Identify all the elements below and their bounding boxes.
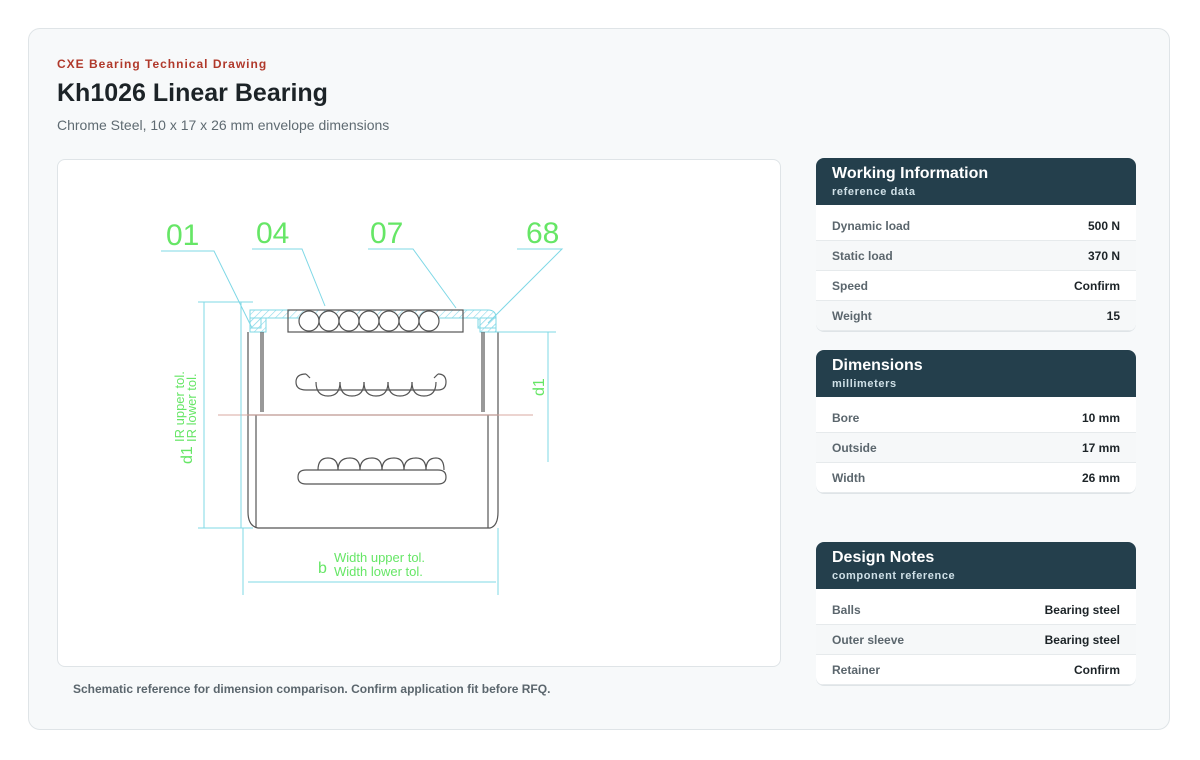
spec-value: 15 xyxy=(1106,308,1120,323)
spec-row: Dynamic load 500 N xyxy=(816,211,1136,241)
seal-right xyxy=(479,317,497,333)
panel-title: Working Information xyxy=(832,165,989,182)
panel-subtitle: component reference xyxy=(832,570,956,582)
dim-d1-right: d1 xyxy=(531,378,548,396)
spec-label: Width xyxy=(832,470,866,485)
design-notes-panel: Design Notes component reference Balls Be… xyxy=(816,542,1136,685)
tol-ir-lower: IR lower tol. xyxy=(184,373,199,442)
spec-label: Static load xyxy=(832,248,893,263)
eyebrow-label: CXE Bearing Technical Drawing xyxy=(57,57,268,71)
recirculation-track-lower xyxy=(297,457,447,485)
dimensions-panel: Dimensions millimeters Bore 10 mm Outside… xyxy=(816,350,1136,493)
spec-label: Outer sleeve xyxy=(832,632,905,647)
seal-left xyxy=(249,317,267,333)
spec-row: Bore 10 mm xyxy=(816,403,1136,433)
panel-subtitle: reference data xyxy=(832,186,916,198)
technical-drawing-panel: 01 04 07 68 d1 IR upper tol. IR lower to… xyxy=(57,159,781,667)
page-subtitle: Chrome Steel, 10 x 17 x 26 mm envelope d… xyxy=(57,117,390,133)
callout-01: 01 xyxy=(166,219,199,252)
spec-row: Outer sleeve Bearing steel xyxy=(816,625,1136,655)
panel-header: Dimensions millimeters xyxy=(816,350,1136,397)
callout-04: 04 xyxy=(256,217,289,250)
spec-label: Outside xyxy=(832,440,877,455)
dim-d1-left: d1 xyxy=(179,446,196,464)
spec-label: Bore xyxy=(832,410,860,425)
spec-row: Width 26 mm xyxy=(816,463,1136,493)
bearing-drawing: 01 04 07 68 d1 IR upper tol. IR lower to… xyxy=(161,217,564,595)
spec-value: 370 N xyxy=(1087,248,1120,263)
spec-value: Bearing steel xyxy=(1044,632,1120,647)
spec-value: 500 N xyxy=(1087,218,1120,233)
spec-row: Outside 17 mm xyxy=(816,433,1136,463)
tol-width-lower: Width lower tol. xyxy=(334,564,423,579)
spec-row: Speed Confirm xyxy=(816,271,1136,301)
panel-header: Design Notes component reference xyxy=(816,542,1136,589)
panel-title: Design Notes xyxy=(832,549,935,566)
spec-value: 17 mm xyxy=(1081,440,1120,455)
dim-b: b xyxy=(318,560,327,577)
panel-header: Working Information reference data xyxy=(816,158,1136,205)
spec-value: 10 mm xyxy=(1081,410,1120,425)
spec-label: Retainer xyxy=(832,662,881,677)
product-card: CXE Bearing Technical Drawing Kh1026 Lin… xyxy=(28,28,1170,730)
working-information-panel: Working Information reference data Dynam… xyxy=(816,158,1136,331)
spec-value: 26 mm xyxy=(1081,470,1120,485)
recirculation-track-upper xyxy=(295,373,447,397)
spec-label: Dynamic load xyxy=(832,218,911,233)
spec-value: Bearing steel xyxy=(1044,602,1120,617)
spec-row: Static load 370 N xyxy=(816,241,1136,271)
callout-07: 07 xyxy=(370,217,403,250)
spec-row: Retainer Confirm xyxy=(816,655,1136,685)
panel-title: Dimensions xyxy=(832,357,923,374)
callout-68: 68 xyxy=(526,217,559,250)
page-title: Kh1026 Linear Bearing xyxy=(57,79,328,107)
spec-row: Weight 15 xyxy=(816,301,1136,331)
drawing-caption: Schematic reference for dimension compar… xyxy=(73,682,551,696)
spec-label: Weight xyxy=(832,308,872,323)
tol-width-upper: Width upper tol. xyxy=(334,550,425,565)
spec-value: Confirm xyxy=(1074,278,1120,293)
panel-subtitle: millimeters xyxy=(832,378,897,390)
spec-row: Balls Bearing steel xyxy=(816,595,1136,625)
bearing-body xyxy=(247,332,499,529)
spec-label: Speed xyxy=(832,278,869,293)
spec-label: Balls xyxy=(832,602,861,617)
spec-value: Confirm xyxy=(1074,662,1120,677)
